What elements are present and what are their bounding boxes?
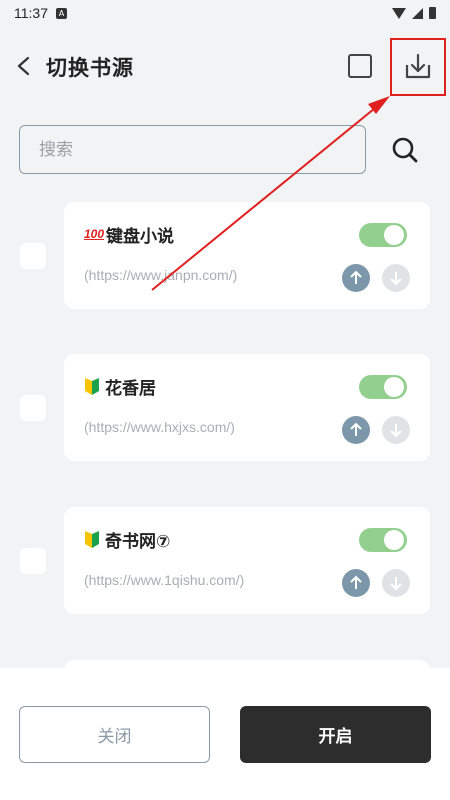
page-title: 切换书源: [46, 56, 134, 80]
hundred-points-icon: 100: [84, 227, 105, 241]
toggle-knob: [384, 530, 404, 550]
wifi-icon: [392, 7, 406, 19]
status-icons: [392, 7, 436, 19]
source-url: (https://www.janpn.com/): [84, 267, 238, 283]
arrow-down-icon: [390, 577, 402, 591]
move-up-button[interactable]: [342, 264, 370, 292]
signal-icon: [412, 7, 423, 19]
close-button[interactable]: 关闭: [19, 706, 210, 763]
select-all-checkbox[interactable]: [348, 54, 372, 78]
source-url: (https://www.hxjxs.com/): [84, 419, 235, 435]
source-row: 花香居 (https://www.hxjxs.com/): [0, 354, 450, 461]
move-down-button[interactable]: [382, 569, 410, 597]
source-card[interactable]: 花香居 (https://www.hxjxs.com/): [64, 354, 430, 461]
source-card[interactable]: 100 键盘小说 (https://www.janpn.com/): [64, 202, 430, 309]
top-bar: 切换书源: [0, 34, 450, 98]
source-card[interactable]: 奇书网⑦ (https://www.1qishu.com/): [64, 507, 430, 614]
battery-icon: [429, 7, 436, 19]
move-down-button[interactable]: [382, 264, 410, 292]
toggle-knob: [384, 377, 404, 397]
beginner-leaf-icon: [84, 377, 100, 400]
bottom-action-bar: 关闭 开启: [0, 668, 450, 800]
source-name: 奇书网⑦: [105, 532, 171, 552]
source-row: 100 键盘小说 (https://www.janpn.com/): [0, 202, 450, 309]
arrow-up-icon: [350, 270, 362, 284]
arrow-up-icon: [350, 575, 362, 589]
arrow-down-icon: [390, 424, 402, 438]
source-enable-toggle[interactable]: [359, 375, 407, 399]
source-name: 键盘小说: [106, 227, 174, 247]
status-time: 11:37: [14, 5, 48, 21]
source-name: 花香居: [105, 379, 156, 399]
move-up-button[interactable]: [342, 416, 370, 444]
beginner-leaf-icon: [84, 530, 100, 553]
source-card[interactable]: [64, 660, 430, 668]
move-up-button[interactable]: [342, 569, 370, 597]
search-input[interactable]: [19, 125, 366, 174]
arrow-down-icon: [390, 272, 402, 286]
source-enable-toggle[interactable]: [359, 223, 407, 247]
enable-button[interactable]: 开启: [240, 706, 431, 763]
status-bar: 11:37 A: [0, 0, 450, 26]
import-button[interactable]: [390, 38, 446, 96]
download-icon: [405, 53, 431, 79]
row-checkbox[interactable]: [20, 243, 46, 269]
source-enable-toggle[interactable]: [359, 528, 407, 552]
search-icon[interactable]: [390, 135, 420, 165]
move-down-button[interactable]: [382, 416, 410, 444]
back-arrow-icon[interactable]: [14, 54, 34, 78]
row-checkbox[interactable]: [20, 548, 46, 574]
source-row: [0, 660, 450, 668]
arrow-up-icon: [350, 422, 362, 436]
source-row: 奇书网⑦ (https://www.1qishu.com/): [0, 507, 450, 614]
notification-a-icon: A: [56, 7, 67, 19]
source-list[interactable]: 100 键盘小说 (https://www.janpn.com/) 花香居 (h…: [0, 202, 450, 668]
row-checkbox[interactable]: [20, 395, 46, 421]
source-url: (https://www.1qishu.com/): [84, 572, 245, 588]
toggle-knob: [384, 225, 404, 245]
